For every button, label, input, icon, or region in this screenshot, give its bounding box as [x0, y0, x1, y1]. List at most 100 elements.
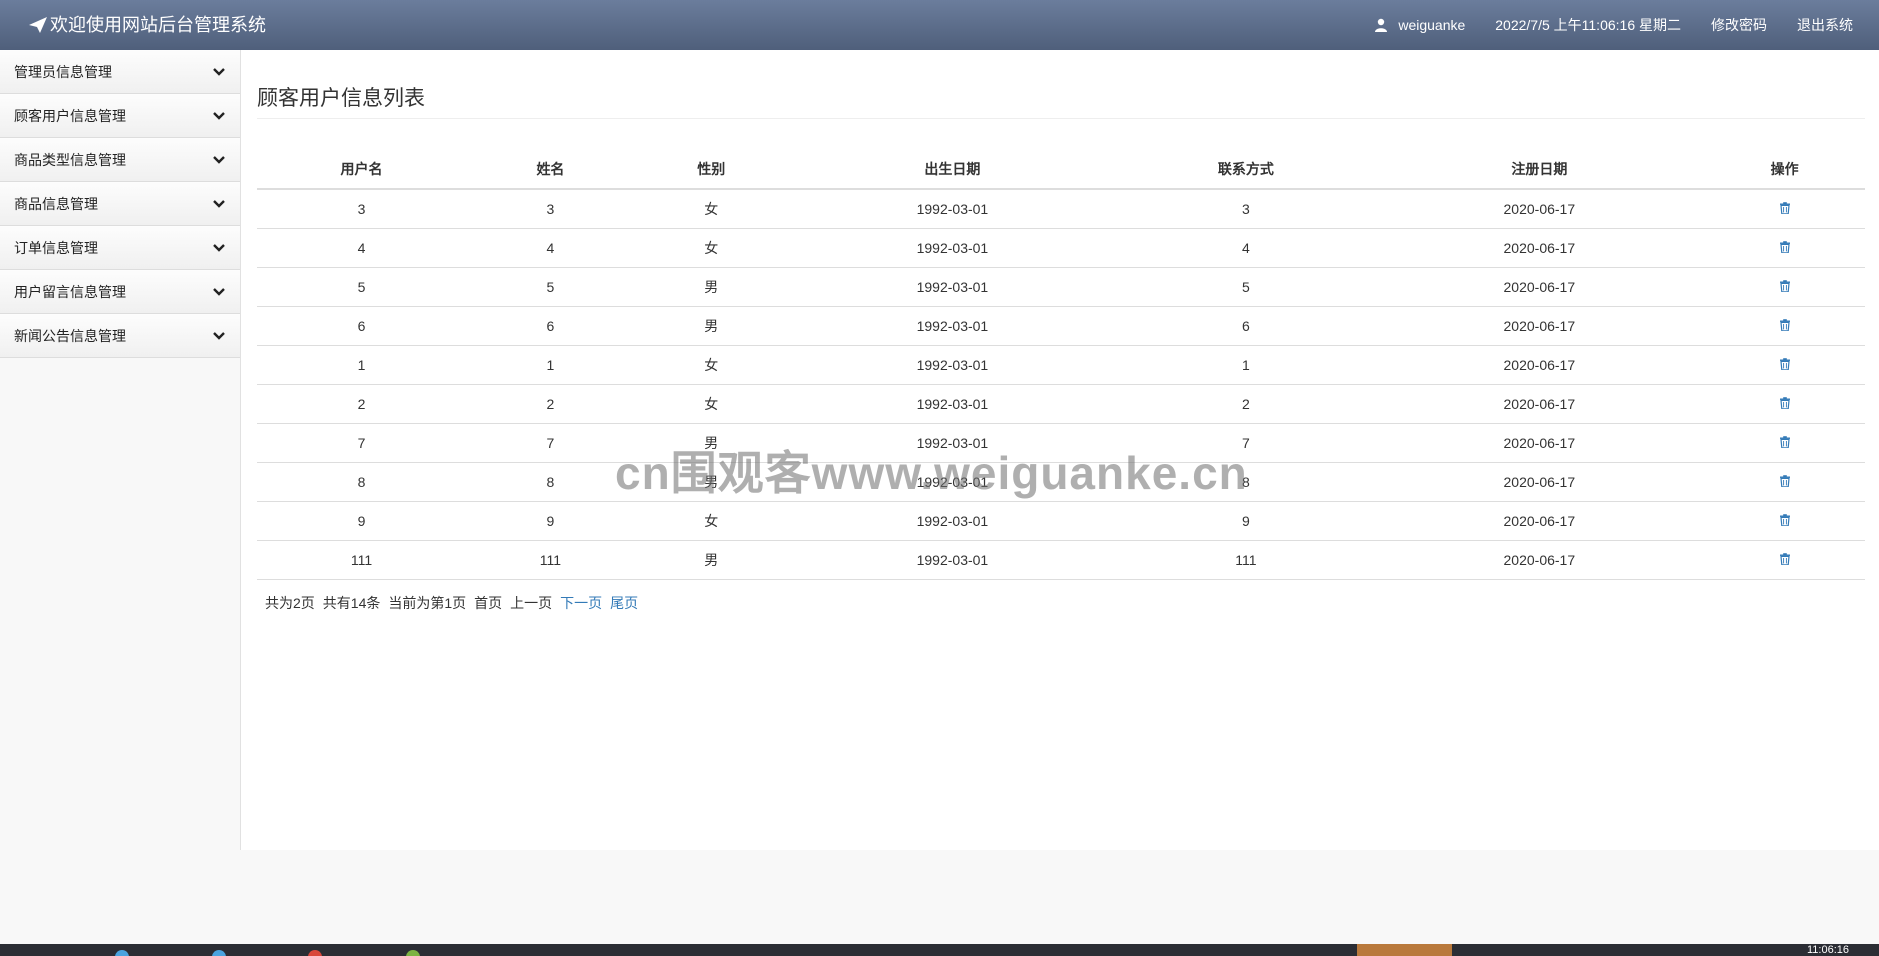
- pager-next-link[interactable]: 下一页: [560, 593, 602, 613]
- pagination: 共为2页 共有14条 当前为第1页 首页 上一页 下一页 尾页: [265, 593, 638, 613]
- sidebar-item-label: 商品类型信息管理: [14, 151, 126, 168]
- table-cell-actions: [1704, 540, 1865, 580]
- chevron-down-icon: [213, 331, 225, 340]
- table-cell: 2: [257, 384, 467, 424]
- table-cell: 男: [634, 540, 788, 580]
- main-content: 顾客用户信息列表 用户名 姓名 性别 出生日期 联系方式 注册日期 操作 33女…: [241, 50, 1879, 850]
- pager-total-pages: 共为2页: [265, 595, 315, 611]
- table-cell: 1: [257, 345, 467, 385]
- chevron-down-icon: [213, 243, 225, 252]
- table-row: 1 1 女 1992-03-01 1 2020-06-17: [257, 345, 1865, 385]
- table-cell: 9: [466, 501, 635, 541]
- table-row: 4 4 女 1992-03-01 4 2020-06-17: [257, 228, 1865, 268]
- table-cell-actions: [1704, 501, 1865, 541]
- table-cell: 2: [466, 384, 635, 424]
- brand: 欢迎使用网站后台管理系统: [28, 0, 266, 50]
- table-cell: 女: [634, 345, 788, 385]
- sidebar-item-messages[interactable]: 用户留言信息管理: [0, 270, 240, 314]
- table-cell: 2020-06-17: [1374, 267, 1705, 307]
- table-cell: 1: [466, 345, 635, 385]
- sidebar-item-label: 新闻公告信息管理: [14, 327, 126, 344]
- table-cell: 2020-06-17: [1374, 540, 1705, 580]
- table-cell: 3: [466, 189, 635, 229]
- trash-icon[interactable]: [1779, 358, 1791, 370]
- trash-icon[interactable]: [1779, 514, 1791, 526]
- browser-icon[interactable]: [115, 950, 129, 956]
- trash-icon[interactable]: [1779, 436, 1791, 448]
- chevron-down-icon: [213, 67, 225, 76]
- table-cell: 6: [257, 306, 467, 346]
- table-cell: 5: [257, 267, 467, 307]
- table-cell: 6: [466, 306, 635, 346]
- table-row: 111 111 男 1992-03-01 111 2020-06-17: [257, 540, 1865, 580]
- trash-icon[interactable]: [1779, 202, 1791, 214]
- table-cell-actions: [1704, 189, 1865, 229]
- table-cell: 1: [1117, 345, 1375, 385]
- table-cell: 2020-06-17: [1374, 189, 1705, 229]
- table-cell: 111: [257, 540, 467, 580]
- table-cell-actions: [1704, 345, 1865, 385]
- active-task[interactable]: [1357, 944, 1452, 956]
- chevron-down-icon: [213, 287, 225, 296]
- table-row: 3 3 女 1992-03-01 3 2020-06-17: [257, 189, 1865, 229]
- table-cell: 111: [466, 540, 635, 580]
- sidebar-item-label: 管理员信息管理: [14, 63, 112, 80]
- sidebar-item-label: 用户留言信息管理: [14, 283, 126, 300]
- app-icon[interactable]: [308, 950, 322, 956]
- sidebar-item-products[interactable]: 商品信息管理: [0, 182, 240, 226]
- sidebar-item-product-types[interactable]: 商品类型信息管理: [0, 138, 240, 182]
- table-cell-actions: [1704, 267, 1865, 307]
- divider: [257, 118, 1865, 119]
- table-cell: 1992-03-01: [787, 462, 1118, 502]
- table-cell: 6: [1117, 306, 1375, 346]
- browser-icon[interactable]: [212, 950, 226, 956]
- table-cell-actions: [1704, 423, 1865, 463]
- table-cell-actions: [1704, 384, 1865, 424]
- table-cell: 7: [466, 423, 635, 463]
- sidebar-item-customers[interactable]: 顾客用户信息管理: [0, 94, 240, 138]
- logout-link[interactable]: 退出系统: [1797, 15, 1853, 35]
- table-cell: 1992-03-01: [787, 228, 1118, 268]
- page-footer-blank: [0, 850, 1879, 944]
- table-cell: 1992-03-01: [787, 540, 1118, 580]
- table-cell: 1992-03-01: [787, 189, 1118, 229]
- chrome-icon[interactable]: [406, 950, 420, 956]
- pager-last-link[interactable]: 尾页: [610, 593, 638, 613]
- username: weiguanke: [1398, 17, 1466, 33]
- os-taskbar: 11:06:16: [0, 944, 1879, 956]
- sidebar-item-orders[interactable]: 订单信息管理: [0, 226, 240, 270]
- table-cell: 5: [466, 267, 635, 307]
- change-password-link[interactable]: 修改密码: [1711, 15, 1767, 35]
- trash-icon[interactable]: [1779, 397, 1791, 409]
- sidebar-item-news[interactable]: 新闻公告信息管理: [0, 314, 240, 358]
- trash-icon[interactable]: [1779, 319, 1791, 331]
- table-cell: 2020-06-17: [1374, 423, 1705, 463]
- trash-icon[interactable]: [1779, 280, 1791, 292]
- trash-icon[interactable]: [1779, 475, 1791, 487]
- table-cell: 2020-06-17: [1374, 345, 1705, 385]
- table-cell: 1992-03-01: [787, 501, 1118, 541]
- table-row: 8 8 男 1992-03-01 8 2020-06-17: [257, 462, 1865, 502]
- table-cell: 1992-03-01: [787, 423, 1118, 463]
- table-cell: 女: [634, 189, 788, 229]
- table-cell: 1992-03-01: [787, 306, 1118, 346]
- sidebar-item-label: 顾客用户信息管理: [14, 107, 126, 124]
- table-cell: 2020-06-17: [1374, 306, 1705, 346]
- table-row: 6 6 男 1992-03-01 6 2020-06-17: [257, 306, 1865, 346]
- table-cell: 2020-06-17: [1374, 384, 1705, 424]
- table-cell: 4: [1117, 228, 1375, 268]
- table-header-row: 用户名 姓名 性别 出生日期 联系方式 注册日期 操作: [257, 150, 1865, 190]
- table-cell: 1992-03-01: [787, 384, 1118, 424]
- table-cell: 3: [257, 189, 467, 229]
- column-header: 联系方式: [1117, 150, 1375, 190]
- trash-icon[interactable]: [1779, 241, 1791, 253]
- table-cell: 1992-03-01: [787, 267, 1118, 307]
- sidebar-item-admin[interactable]: 管理员信息管理: [0, 50, 240, 94]
- table-cell: 女: [634, 384, 788, 424]
- header-right: weiguanke 2022/7/5 上午11:06:16 星期二 修改密码 退…: [1374, 0, 1853, 50]
- column-header: 用户名: [257, 150, 467, 190]
- table-cell: 4: [257, 228, 467, 268]
- table-row: 7 7 男 1992-03-01 7 2020-06-17: [257, 423, 1865, 463]
- trash-icon[interactable]: [1779, 553, 1791, 565]
- column-header: 操作: [1704, 150, 1865, 190]
